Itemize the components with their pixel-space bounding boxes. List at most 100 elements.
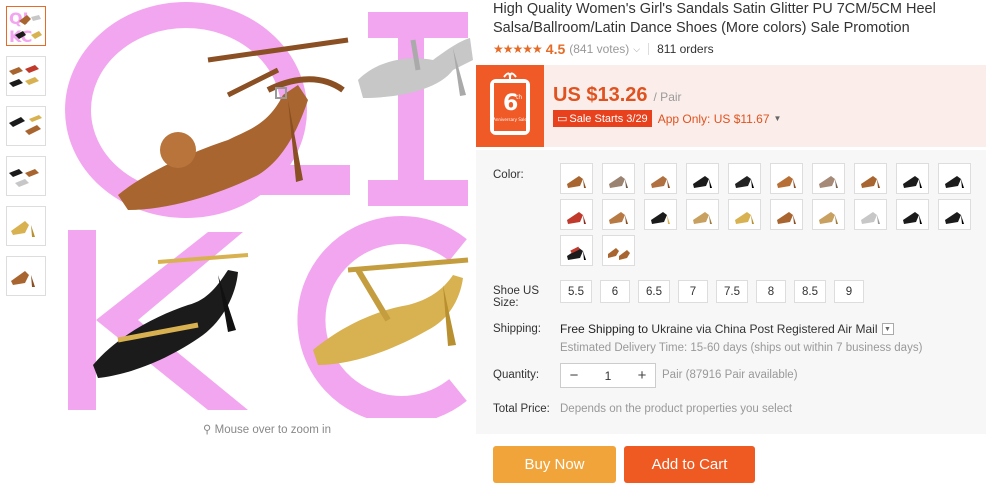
shoe-swatch-image — [566, 211, 586, 224]
color-swatch-10[interactable] — [938, 163, 971, 194]
size-options: 5.5 6 6.5 7 7.5 8 8.5 9 — [560, 280, 872, 303]
color-swatch-13[interactable] — [644, 199, 677, 230]
app-only-price[interactable]: App Only: US $11.67 — [658, 112, 770, 126]
color-swatch-17[interactable] — [812, 199, 845, 230]
votes-link[interactable]: (841 votes) — [569, 42, 629, 56]
plus-icon[interactable]: + — [629, 367, 655, 384]
shoe-swatch-image — [944, 211, 964, 224]
buy-now-button[interactable]: Buy Now — [493, 446, 616, 483]
badge-sub: Anniversary Sale — [493, 117, 527, 122]
shoe-swatch-image — [607, 247, 630, 260]
shoe-swatch-image — [650, 175, 670, 188]
color-swatch-4[interactable] — [686, 163, 719, 194]
shoe-swatch-image — [776, 211, 796, 224]
shoe-swatch-image — [818, 175, 838, 188]
color-swatch-8[interactable] — [854, 163, 887, 194]
price-unit: / Pair — [653, 90, 682, 104]
shoe-swatch-image — [734, 175, 754, 188]
thumbnail-2[interactable] — [6, 56, 46, 96]
rating-stars-icon: ★★★★★ — [493, 42, 543, 56]
thumbnail-list: QI KC — [6, 6, 48, 306]
size-option[interactable]: 7.5 — [716, 280, 748, 303]
size-label-text: Shoe US Size: — [493, 285, 540, 309]
chevron-down-icon[interactable]: ▼ — [881, 323, 894, 335]
shoe-swatch-image — [566, 175, 586, 188]
color-swatch-9[interactable] — [896, 163, 929, 194]
size-option[interactable]: 8.5 — [794, 280, 826, 303]
total-price-note: Depends on the product properties you se… — [560, 403, 793, 415]
size-option[interactable]: 8 — [756, 280, 786, 303]
quantity-input[interactable]: 1 — [587, 369, 629, 383]
thumbnail-6[interactable] — [6, 256, 46, 296]
shoe-swatch-image — [650, 211, 670, 224]
shipping-label: Shipping: — [493, 323, 541, 335]
rating-row: ★★★★★ 4.5 (841 votes) ⌵ 811 orders — [493, 41, 714, 57]
minus-icon[interactable]: − — [561, 367, 587, 384]
color-label: Color: — [493, 169, 524, 181]
shipping-destination: Ukraine via China Post Registered Air Ma… — [648, 322, 878, 336]
color-swatch-5[interactable] — [728, 163, 761, 194]
color-swatch-20[interactable] — [938, 199, 971, 230]
color-swatch-1[interactable] — [560, 163, 593, 194]
shoe-swatch-image — [902, 175, 922, 188]
color-swatches — [560, 163, 980, 271]
shoe-swatch-image — [566, 246, 586, 260]
size-option[interactable]: 5.5 — [560, 280, 592, 303]
price-row: US $13.26 / Pair — [553, 84, 682, 107]
color-swatch-15[interactable] — [728, 199, 761, 230]
size-option[interactable]: 7 — [678, 280, 708, 303]
color-swatch-6[interactable] — [770, 163, 803, 194]
color-swatch-3[interactable] — [644, 163, 677, 194]
size-option[interactable]: 6.5 — [638, 280, 670, 303]
delivery-estimate: Estimated Delivery Time: 15-60 days (shi… — [560, 342, 923, 354]
shoe-swatch-image — [860, 211, 880, 224]
shoe-swatch-image — [608, 175, 628, 188]
product-photo — [65, 2, 473, 418]
color-swatch-2[interactable] — [602, 163, 635, 194]
quantity-available: Pair (87916 Pair available) — [662, 369, 798, 381]
shoe-swatch-image — [902, 211, 922, 224]
thumbnail-4[interactable] — [6, 156, 46, 196]
shoe-swatch-image — [860, 175, 880, 188]
divider — [648, 43, 650, 55]
color-swatch-7[interactable] — [812, 163, 845, 194]
quantity-label: Quantity: — [493, 369, 540, 381]
main-product-image[interactable] — [58, 0, 476, 418]
thumbnail-image: QI KC — [9, 9, 42, 45]
sale-starts-badge: ▭ Sale Starts 3/29 — [553, 110, 652, 127]
gift-icon: 6 th Anniversary Sale — [490, 72, 530, 135]
caret-down-icon[interactable]: ▼ — [774, 114, 782, 123]
color-swatch-11[interactable] — [560, 199, 593, 230]
color-swatch-21[interactable] — [560, 235, 593, 266]
thumbnail-image — [11, 271, 35, 287]
quantity-stepper: − 1 + — [560, 363, 656, 388]
color-swatch-12[interactable] — [602, 199, 635, 230]
thumbnail-image — [11, 221, 35, 237]
color-swatch-18[interactable] — [854, 199, 887, 230]
shipping-method[interactable]: Free Shipping to Ukraine via China Post … — [560, 322, 894, 336]
magnifier-icon: ⚲ — [203, 424, 212, 436]
sale-row: ▭ Sale Starts 3/29 App Only: US $11.67 ▼ — [553, 110, 781, 127]
add-to-cart-button[interactable]: Add to Cart — [624, 446, 755, 483]
color-swatch-14[interactable] — [686, 199, 719, 230]
thumbnail-1[interactable]: QI KC — [6, 6, 46, 46]
rating-value: 4.5 — [545, 41, 566, 57]
product-title: High Quality Women's Girl's Sandals Sati… — [493, 1, 936, 36]
badge-sup: th — [516, 94, 522, 101]
shoe-swatch-image — [776, 175, 796, 188]
total-price-label: Total Price: — [493, 403, 550, 415]
color-swatch-16[interactable] — [770, 199, 803, 230]
anniversary-badge: 6 th Anniversary Sale — [476, 65, 544, 147]
chevron-down-icon[interactable]: ⌵ — [633, 44, 640, 55]
shoe-swatch-image — [692, 175, 712, 188]
thumbnail-3[interactable] — [6, 106, 46, 146]
shoe-swatch-image — [692, 211, 712, 224]
size-label: Shoe US Size: — [493, 285, 543, 309]
size-option[interactable]: 6 — [600, 280, 630, 303]
sale-starts-text: Sale Starts 3/29 — [569, 112, 648, 125]
size-option[interactable]: 9 — [834, 280, 864, 303]
thumbnail-5[interactable] — [6, 206, 46, 246]
color-swatch-19[interactable] — [896, 199, 929, 230]
zoom-hint: ⚲ Mouse over to zoom in — [58, 422, 476, 436]
color-swatch-22[interactable] — [602, 235, 635, 266]
